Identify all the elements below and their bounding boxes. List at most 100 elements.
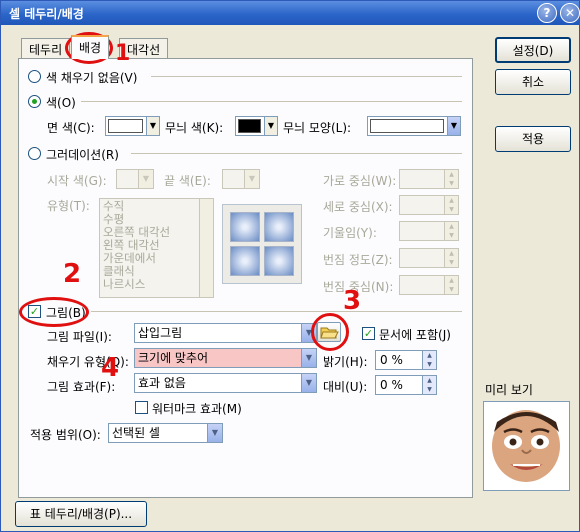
- gradation-option[interactable]: [230, 246, 260, 276]
- brightness-spinner[interactable]: 0 % ▲ ▼: [375, 350, 437, 370]
- brightness-value: 0 %: [380, 353, 403, 367]
- spinner-arrows-icon: ▲ ▼: [444, 249, 458, 267]
- cancel-label: 취소: [521, 75, 545, 89]
- list-item[interactable]: 나르시스: [103, 278, 210, 291]
- no-fill-radio[interactable]: [28, 70, 41, 83]
- chevron-down-icon: ▼: [264, 117, 277, 135]
- brightness-label: 밝기(H):: [323, 355, 368, 369]
- gradation-radio[interactable]: [28, 147, 41, 160]
- pattern-color-label: 무늬 색(K):: [165, 121, 224, 135]
- gradation-option[interactable]: [264, 246, 294, 276]
- help-button[interactable]: ?: [537, 3, 557, 23]
- table-border-background-button[interactable]: 표 테두리/배경(P)...: [15, 501, 147, 527]
- tab-background[interactable]: 배경: [71, 35, 110, 59]
- pattern-shape-picker[interactable]: ▼: [367, 116, 461, 136]
- divider: [81, 101, 462, 102]
- spinner-arrows-icon: ▲ ▼: [444, 196, 458, 214]
- end-color-label: 끝 색(E):: [164, 174, 211, 188]
- close-icon: ✕: [564, 6, 576, 20]
- tab-diagonal[interactable]: 대각선: [119, 38, 169, 58]
- divider: [151, 76, 462, 77]
- gradation-direction-picker: [222, 204, 302, 284]
- contrast-spinner[interactable]: 0 % ▲ ▼: [375, 375, 437, 395]
- browse-picture-button[interactable]: [317, 322, 341, 342]
- include-in-document-checkbox[interactable]: ✓: [362, 327, 375, 340]
- window-title: 셀 테두리/배경: [9, 7, 84, 21]
- chevron-down-icon: ▼: [244, 170, 259, 188]
- apply-scope-value: 선택된 셀: [112, 426, 160, 440]
- color-label: 색(O): [46, 96, 76, 110]
- ok-button[interactable]: 설정(D): [495, 37, 571, 63]
- chevron-down-icon: ▼: [447, 117, 460, 135]
- face-color-picker[interactable]: ▼: [105, 116, 160, 136]
- end-color-picker[interactable]: ▼: [222, 169, 260, 189]
- cancel-button[interactable]: 취소: [495, 69, 571, 95]
- divider: [131, 153, 462, 154]
- close-button[interactable]: ✕: [560, 3, 580, 23]
- tab-background-label: 배경: [79, 41, 102, 55]
- preview-picture: [484, 402, 569, 490]
- chevron-down-icon: ▼: [301, 374, 316, 392]
- v-center-spinner[interactable]: ▲ ▼: [399, 195, 459, 215]
- spinner-arrows-icon: ▲ ▼: [444, 222, 458, 240]
- start-color-picker[interactable]: ▼: [116, 169, 154, 189]
- spinner-arrows-icon: ▲ ▼: [444, 170, 458, 188]
- type-label: 유형(T):: [47, 199, 90, 213]
- spinner-arrows-icon: ▲ ▼: [422, 376, 436, 394]
- picture-checkbox[interactable]: ✓: [28, 305, 41, 318]
- tab-diagonal-label: 대각선: [127, 43, 161, 57]
- apply-scope-combo[interactable]: 선택된 셀 ▼: [108, 423, 223, 443]
- fill-method-value: 크기에 맞추어: [138, 351, 209, 365]
- chevron-down-icon: ▼: [146, 117, 159, 135]
- blur-center-label: 번짐 중심(N):: [323, 280, 394, 294]
- spinner-arrows-icon: ▲ ▼: [422, 351, 436, 369]
- apply-button[interactable]: 적용: [495, 126, 571, 152]
- tab-border[interactable]: 테두리: [21, 38, 71, 58]
- h-center-spinner[interactable]: ▲ ▼: [399, 169, 459, 189]
- face-color-label: 면 색(C):: [47, 121, 95, 135]
- picture-file-combo[interactable]: 삽입그림 ▼: [134, 323, 317, 343]
- ok-label: 설정(D): [512, 44, 554, 58]
- blur-spinner[interactable]: ▲ ▼: [399, 248, 459, 268]
- watermark-label: 워터마크 효과(M): [152, 402, 242, 416]
- picture-label: 그림(B): [46, 306, 86, 320]
- tilt-label: 기울임(Y):: [323, 226, 377, 240]
- start-color-label: 시작 색(G):: [47, 174, 107, 188]
- color-radio[interactable]: [28, 95, 41, 108]
- watermark-checkbox[interactable]: [135, 401, 148, 414]
- gradation-option[interactable]: [230, 212, 260, 242]
- help-icon: ?: [543, 6, 551, 20]
- gradation-option[interactable]: [264, 212, 294, 242]
- no-fill-label: 색 채우기 없음(V): [46, 71, 138, 85]
- preview-box: [483, 401, 570, 491]
- tilt-spinner[interactable]: ▲ ▼: [399, 221, 459, 241]
- pattern-shape-swatch: [370, 119, 444, 133]
- spinner-arrows-icon: ▲ ▼: [444, 276, 458, 294]
- folder-open-icon: [320, 327, 339, 339]
- table-border-background-label: 표 테두리/배경(P)...: [29, 507, 133, 521]
- picture-effect-label: 그림 효과(F):: [47, 380, 116, 394]
- contrast-value: 0 %: [380, 378, 403, 392]
- blur-label: 번짐 정도(Z):: [323, 253, 393, 267]
- preview-label: 미리 보기: [485, 383, 533, 397]
- pattern-color-swatch: [238, 119, 261, 133]
- picture-effect-combo[interactable]: 효과 없음 ▼: [134, 373, 317, 393]
- include-in-document-label: 문서에 포함(J): [379, 328, 451, 342]
- title-bar: 셀 테두리/배경 ? ✕: [1, 1, 580, 25]
- gradation-label: 그러데이션(R): [46, 148, 119, 162]
- blur-center-spinner[interactable]: ▲ ▼: [399, 275, 459, 295]
- chevron-down-icon: ▼: [138, 170, 153, 188]
- pattern-color-picker[interactable]: ▼: [235, 116, 278, 136]
- cell-border-background-dialog: 셀 테두리/배경 ? ✕ 테두리 배경 대각선 색 채우기 없음(V) 색(O)…: [0, 0, 580, 532]
- gradation-type-list[interactable]: 수직 수평 오른쪽 대각선 왼쪽 대각선 가운데에서 클래식 나르시스: [99, 198, 214, 298]
- divider: [91, 311, 462, 312]
- v-center-label: 세로 중심(X):: [323, 200, 393, 214]
- apply-scope-label: 적용 범위(O):: [30, 428, 101, 442]
- picture-effect-value: 효과 없음: [138, 376, 186, 390]
- apply-label: 적용: [521, 132, 545, 146]
- chevron-down-icon: ▼: [301, 349, 316, 367]
- face-color-swatch: [108, 119, 143, 133]
- scrollbar[interactable]: [199, 199, 213, 297]
- fill-method-combo[interactable]: 크기에 맞추어 ▼: [134, 348, 317, 368]
- chevron-down-icon: ▼: [207, 424, 222, 442]
